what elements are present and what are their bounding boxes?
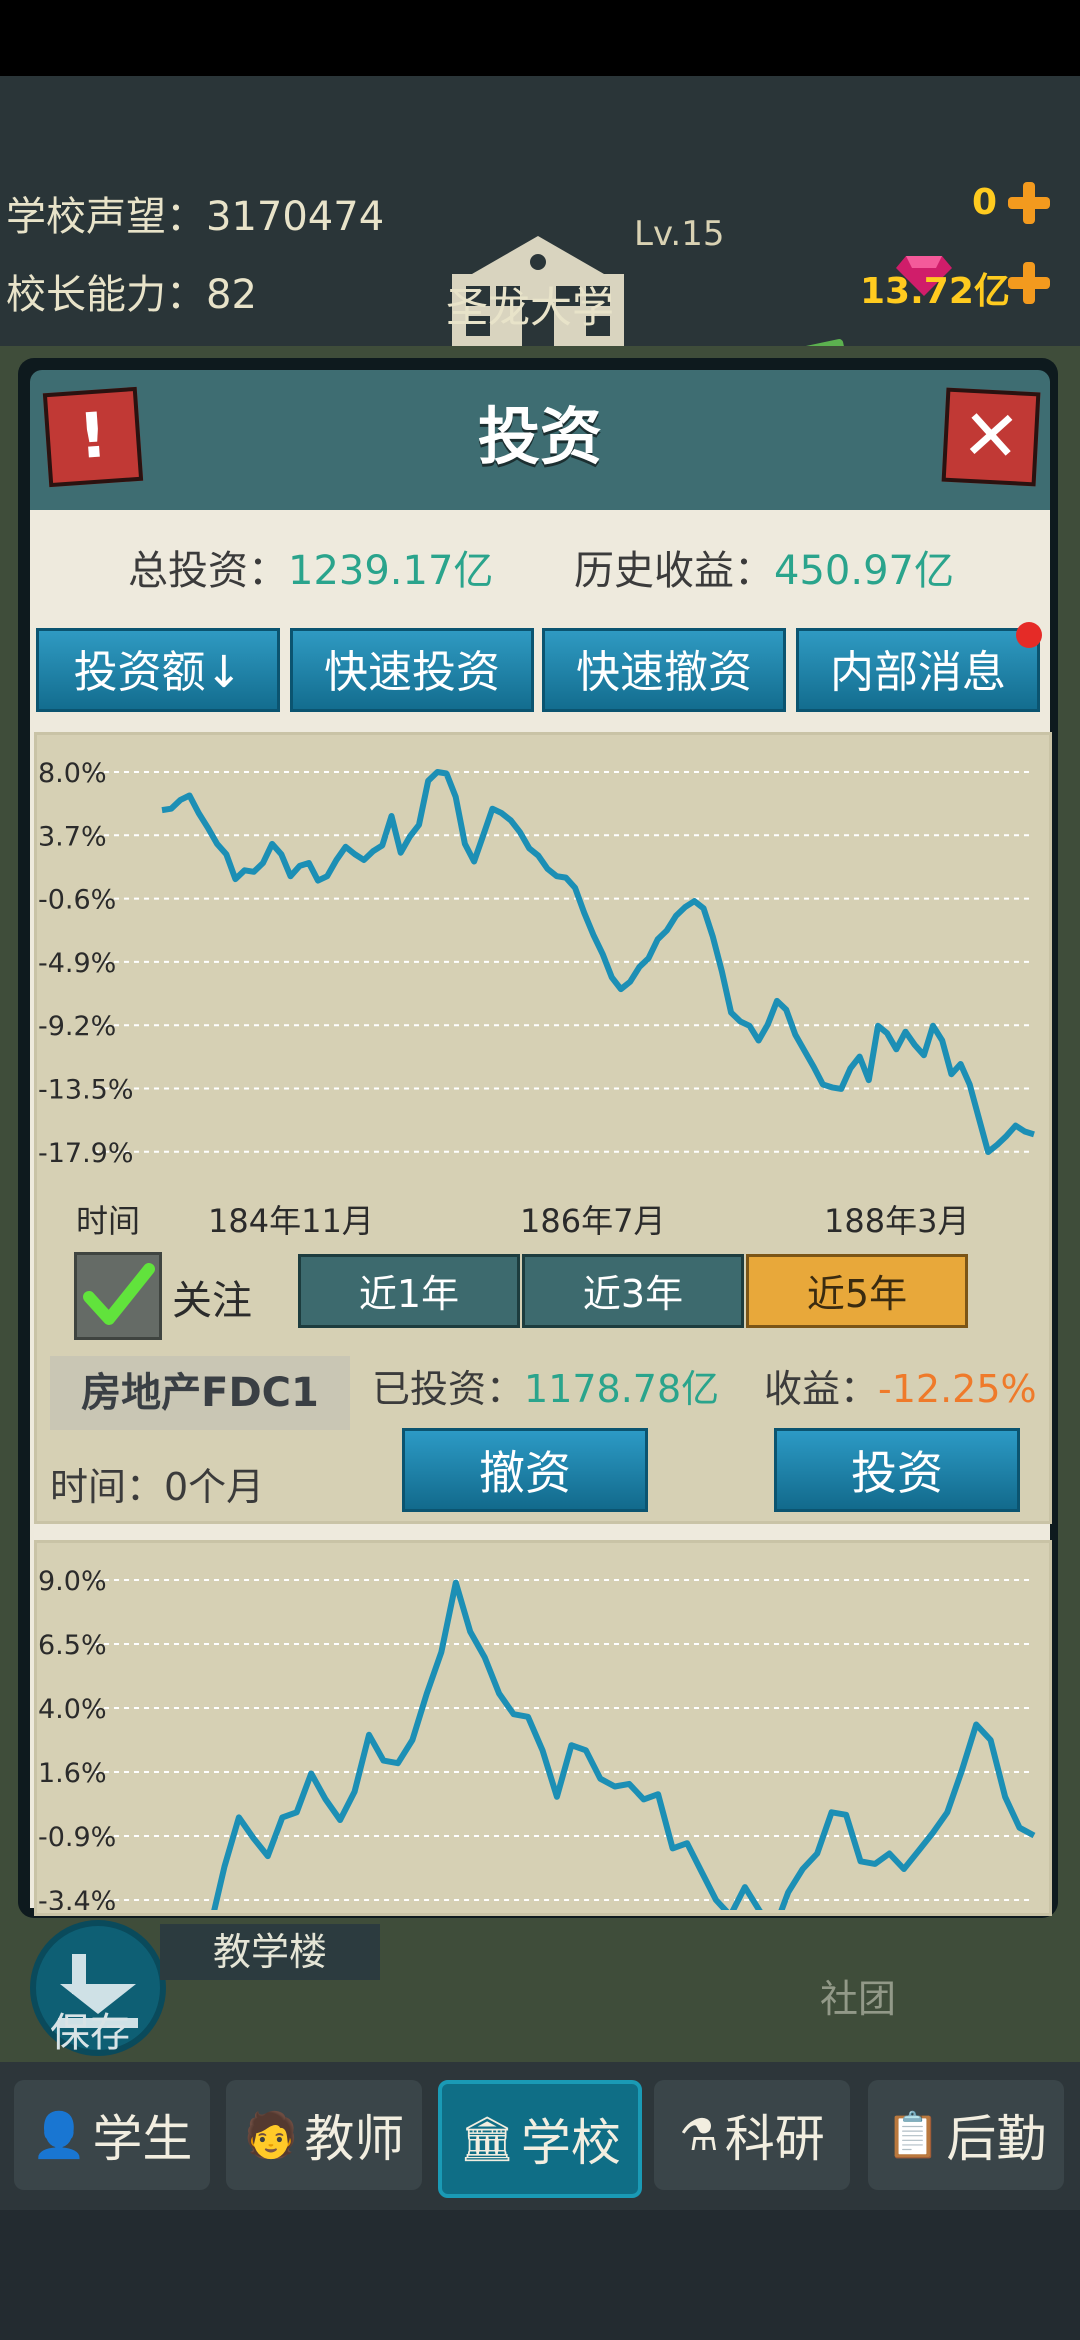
hold-time: 时间：0个月 (50, 1465, 265, 1509)
school-icon: 🏛 (459, 2114, 515, 2165)
info-button[interactable]: ! (42, 386, 144, 488)
follow-label: 关注 (172, 1278, 252, 1324)
reputation-text: 学校声望：3170474 (6, 194, 385, 240)
nav-logistics[interactable]: 📋 后勤 (868, 2080, 1064, 2190)
x-tick-label: 184年11月 (208, 1202, 374, 1240)
follow-checkbox[interactable] (74, 1252, 162, 1340)
y-tick-label: 9.0% (38, 1566, 107, 1597)
student-icon: 👤 (31, 2110, 87, 2161)
building-label[interactable]: 教学楼 (160, 1924, 380, 1980)
x-axis-label: 时间 (76, 1202, 141, 1240)
nav-school[interactable]: 🏛 学校 (438, 2080, 642, 2198)
school-name: 圣龙大学 (446, 283, 615, 332)
y-tick-label: 6.5% (38, 1630, 107, 1661)
income-value: -12.25% (878, 1367, 1037, 1411)
period-1-year-button[interactable]: 近1年 (298, 1254, 520, 1328)
close-icon: ✕ (959, 393, 1023, 479)
quick-withdraw-button[interactable]: 快速撤资 (542, 628, 786, 712)
teacher-icon: 🧑 (243, 2110, 299, 2161)
withdraw-button[interactable]: 撤资 (402, 1428, 648, 1512)
invested-label: 已投资： (372, 1367, 525, 1411)
period-5-year-button[interactable]: 近5年 (746, 1254, 968, 1328)
invested-amount: 已投资：1178.78亿 (372, 1358, 719, 1413)
money-amount: 13.72亿 (860, 271, 1010, 312)
history-income-label: 历史收益： (574, 548, 774, 594)
y-tick-label: 8.0% (38, 758, 107, 789)
add-money-button[interactable] (1006, 260, 1052, 306)
total-investment-value: 1239.17亿 (288, 548, 494, 594)
income-label: 收益： (764, 1367, 879, 1411)
y-tick-label: -0.9% (38, 1822, 116, 1853)
asset-name: 房地产FDC1 (50, 1356, 350, 1430)
quick-invest-button[interactable]: 快速投资 (290, 628, 534, 712)
ability-text: 校长能力：82 (6, 272, 257, 318)
history-income-value: 450.97亿 (774, 548, 954, 594)
invested-value: 1178.78亿 (524, 1367, 720, 1411)
y-tick-label: -4.9% (38, 948, 116, 979)
insider-news-button[interactable]: 内部消息 (796, 628, 1040, 712)
x-tick-label: 188年3月 (824, 1202, 970, 1240)
x-tick-label: 186年7月 (520, 1202, 666, 1240)
nav-label: 后勤 (946, 2110, 1047, 2168)
y-tick-label: 1.6% (38, 1758, 107, 1789)
chart-1: 8.0% 3.7% -0.6% -4.9% -9.2% -13.5% -17.9% (38, 758, 1035, 1169)
system-nav-area (0, 2210, 1080, 2340)
notification-dot (1016, 622, 1042, 648)
y-tick-label: 4.0% (38, 1694, 107, 1725)
y-tick-label: -3.4% (38, 1886, 116, 1910)
nav-research[interactable]: ⚗ 科研 (654, 2080, 850, 2190)
y-tick-label: 3.7% (38, 821, 107, 852)
y-tick-label: -17.9% (38, 1138, 134, 1169)
checkmark-icon (83, 1263, 155, 1325)
add-gems-button[interactable] (1006, 180, 1052, 226)
series-line (211, 1579, 1036, 1910)
chart-2: 9.0% 6.5% 4.0% 1.6% -0.9% -3.4% (38, 1566, 1036, 1910)
y-tick-label: -9.2% (38, 1011, 116, 1042)
save-label: 保存 (50, 2010, 130, 2056)
flask-icon: ⚗ (679, 2109, 719, 2161)
exclamation-icon: ! (76, 398, 110, 473)
income-rate: 收益：-12.25% (764, 1358, 1037, 1413)
nav-students[interactable]: 👤 学生 (14, 2080, 210, 2190)
nav-teachers[interactable]: 🧑 教师 (226, 2080, 422, 2190)
school-level: Lv.15 (634, 214, 725, 254)
gem-count: 0 (972, 182, 998, 223)
nav-label: 教师 (304, 2110, 405, 2168)
period-3-year-button[interactable]: 近3年 (522, 1254, 744, 1328)
total-investment-label: 总投资： (128, 548, 288, 594)
nav-label: 科研 (724, 2110, 825, 2168)
close-button[interactable]: ✕ (941, 387, 1041, 487)
clipboard-icon: 📋 (885, 2110, 941, 2161)
total-investment: 总投资：1239.17亿 (128, 538, 493, 596)
nav-label: 学生 (92, 2110, 193, 2168)
history-income: 历史收益：450.97亿 (574, 538, 954, 596)
invest-button[interactable]: 投资 (774, 1428, 1020, 1512)
dialog-title: 投资 (477, 400, 602, 473)
nav-label: 学校 (520, 2114, 621, 2172)
y-tick-label: -0.6% (38, 885, 116, 916)
top-header: 学校声望：3170474 校长能力：82 Lv.15 圣龙大学 0 13.72亿 (0, 76, 1080, 382)
sort-by-amount-button[interactable]: 投资额↓ (36, 628, 280, 712)
club-label[interactable]: 社团 (820, 1968, 896, 2023)
status-bar (0, 0, 1080, 76)
y-tick-label: -13.5% (38, 1075, 134, 1106)
